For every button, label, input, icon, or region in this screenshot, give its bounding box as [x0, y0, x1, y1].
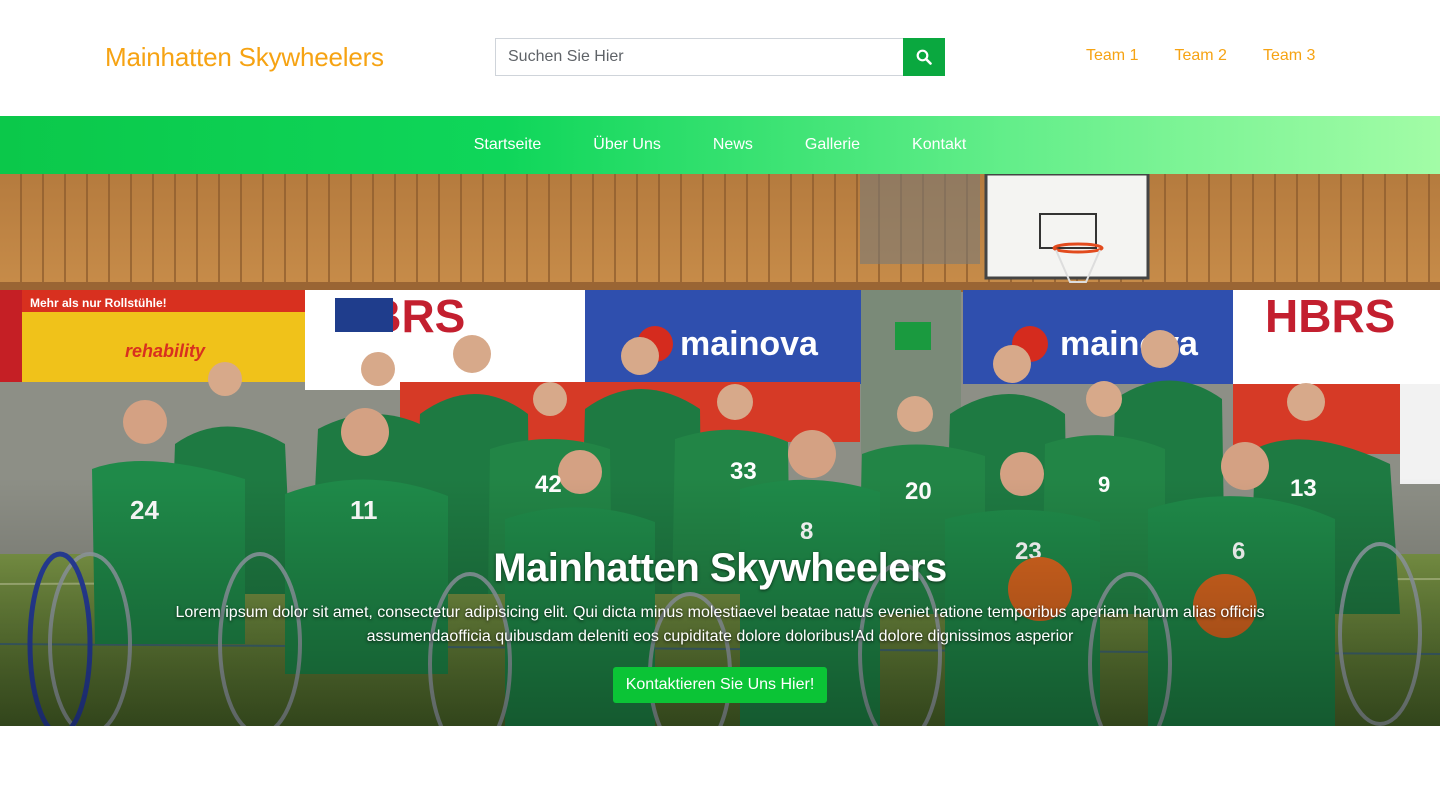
- brand-logo-text[interactable]: Mainhatten Skywheelers: [105, 42, 384, 73]
- team-3-link[interactable]: Team 3: [1263, 47, 1315, 65]
- nav-item-startseite[interactable]: Startseite: [448, 136, 568, 154]
- search-input[interactable]: [495, 38, 903, 76]
- team-2-link[interactable]: Team 2: [1174, 47, 1226, 65]
- search-icon: [916, 49, 932, 65]
- main-navigation: Startseite Über Uns News Gallerie Kontak…: [0, 116, 1440, 174]
- nav-item-ueber-uns[interactable]: Über Uns: [567, 136, 687, 154]
- team-links: Team 1 Team 2 Team 3: [1086, 47, 1351, 65]
- top-header: Mainhatten Skywheelers Team 1 Team 2 Tea…: [0, 0, 1440, 116]
- search-bar: [495, 38, 945, 76]
- search-button[interactable]: [903, 38, 945, 76]
- hero-content: Mainhatten Skywheelers Lorem ipsum dolor…: [0, 546, 1440, 703]
- nav-item-kontakt[interactable]: Kontakt: [886, 136, 992, 154]
- hero-title: Mainhatten Skywheelers: [493, 546, 947, 590]
- team-1-link[interactable]: Team 1: [1086, 47, 1138, 65]
- nav-item-news[interactable]: News: [687, 136, 779, 154]
- contact-cta-button[interactable]: Kontaktieren Sie Uns Hier!: [612, 667, 828, 703]
- hero-section: Mehr als nur Rollstühle! rehability HBRS…: [0, 174, 1440, 726]
- nav-item-gallerie[interactable]: Gallerie: [779, 136, 886, 154]
- hero-description: Lorem ipsum dolor sit amet, consectetur …: [175, 604, 1265, 645]
